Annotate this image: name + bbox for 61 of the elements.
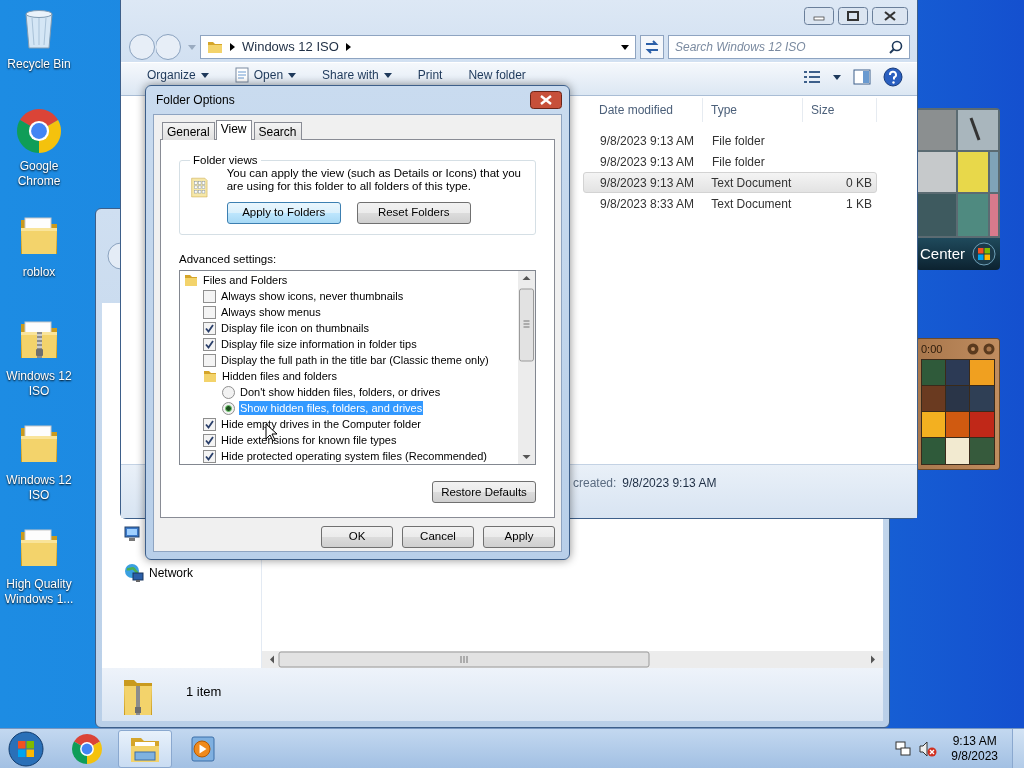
tab[interactable]: Search (253, 122, 302, 140)
timer-text: 0:00 (921, 341, 943, 357)
setting-label[interactable]: Hide extensions for known file types (220, 433, 398, 448)
table-cell-text: Text Document (710, 174, 793, 192)
gadget-title: Center (920, 243, 966, 264)
push-button[interactable]: Reset Folders (356, 202, 471, 224)
nav-item[interactable]: Network (149, 564, 193, 582)
setting-label[interactable]: Files and Folders (202, 273, 289, 288)
table-cell-text: 0 KB (845, 174, 873, 192)
desktop-icon-label[interactable]: Windows 12 ISO (1, 473, 77, 503)
selected-row[interactable]: 9/8/2023 9:13 AM Text Document 0 KB (583, 172, 877, 193)
breadcrumb-item[interactable]: Windows 12 ISO (242, 37, 339, 57)
setting-label[interactable]: Don't show hidden files, folders, or drives (239, 385, 442, 400)
setting-label[interactable]: Always show icons, never thumbnails (220, 289, 405, 304)
setting-label[interactable]: Display the full path in the title bar (Classic theme only) (220, 353, 490, 368)
push-button[interactable]: Restore Defaults (432, 481, 536, 504)
setting-label[interactable]: Always show menus (220, 305, 322, 320)
column-header[interactable]: Date modified (583, 98, 703, 122)
table-cell-text: File folder (711, 153, 766, 171)
clock-date[interactable]: 9/8/2023 (951, 748, 998, 764)
table-cell-text: 9/8/2023 9:13 AM (599, 132, 696, 150)
status-text: 1 item (186, 683, 222, 701)
tab[interactable]: View (215, 120, 252, 140)
clock-time[interactable]: 9:13 AM (951, 733, 998, 749)
search-box[interactable]: Search Windows 12 ISO (668, 35, 910, 59)
description-text: You can apply the view (such as Details or Icons) that you are using for this folder to all folders of this type. (226, 167, 522, 193)
table-cell-text: Text Document (710, 195, 793, 213)
push-button[interactable]: Apply to Folders (226, 202, 341, 224)
table-cell-text: File folder (711, 132, 766, 150)
toolbar-button[interactable]: Organize (139, 63, 217, 87)
push-button[interactable]: Cancel (402, 526, 474, 548)
tab[interactable]: General (162, 122, 215, 140)
group-title: Folder views (192, 154, 259, 167)
details-label: created: (573, 475, 617, 492)
toolbar-button[interactable]: Share with (314, 63, 400, 87)
table-cell-text: 1 KB (845, 195, 873, 213)
table-cell-text: 9/8/2023 9:13 AM (599, 174, 696, 192)
push-button[interactable]: OK (321, 526, 393, 548)
dialog-title: Folder Options (156, 92, 235, 109)
desktop-icon-label[interactable]: Recycle Bin (1, 57, 77, 72)
table-cell-text: 9/8/2023 9:13 AM (599, 153, 696, 171)
address-bar[interactable]: Windows 12 ISO (200, 35, 636, 59)
push-button[interactable]: Apply (483, 526, 555, 548)
setting-label[interactable]: Hide empty drives in the Computer folder (220, 417, 422, 432)
desktop-icon-label[interactable]: roblox (1, 265, 77, 280)
desktop-icon-label[interactable]: High Quality Windows 1... (1, 577, 77, 607)
setting-label[interactable]: Hide protected operating system files (Recommended) (220, 449, 488, 464)
section-label: Advanced settings: (179, 252, 278, 267)
desktop-icon-label[interactable]: Google Chrome (1, 159, 77, 189)
table-cell-text: 9/8/2023 8:33 AM (599, 195, 696, 213)
desktop-icon-label[interactable]: Windows 12 ISO (1, 369, 77, 399)
setting-label[interactable]: Hidden files and folders (221, 369, 338, 384)
details-value: 9/8/2023 9:13 AM (622, 475, 717, 492)
toolbar-button[interactable]: New folder (460, 63, 534, 87)
column-header[interactable]: Type (703, 98, 803, 122)
toolbar-button[interactable]: Print (409, 63, 451, 87)
toolbar-button[interactable]: Open (226, 63, 305, 87)
setting-label[interactable]: Display file size information in folder tips (220, 337, 418, 352)
search-field[interactable]: Search Windows 12 ISO (675, 38, 889, 56)
column-header[interactable]: Size (803, 98, 877, 122)
setting-label[interactable]: Display file icon on thumbnails (220, 321, 370, 336)
